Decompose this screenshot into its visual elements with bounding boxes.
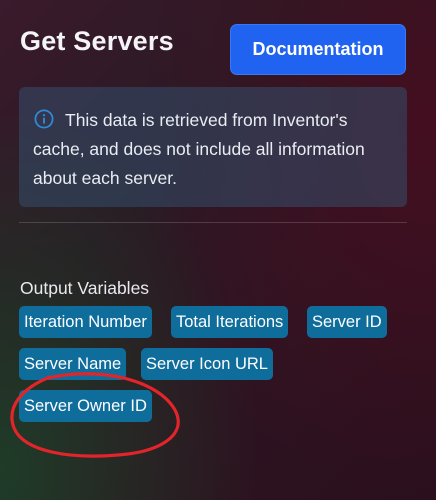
info-text: This data is retrieved from Inventor's c… <box>33 110 365 188</box>
info-callout: This data is retrieved from Inventor's c… <box>19 87 407 207</box>
chip-iteration-number[interactable]: Iteration Number <box>19 306 152 338</box>
page-title: Get Servers <box>20 26 174 56</box>
output-variables-label: Output Variables <box>20 278 150 298</box>
divider <box>19 222 407 223</box>
chip-server-icon-url[interactable]: Server Icon URL <box>141 348 273 380</box>
chip-total-iterations[interactable]: Total Iterations <box>171 306 289 338</box>
red-circle-annotation <box>10 372 180 458</box>
chip-server-owner-id[interactable]: Server Owner ID <box>19 390 152 422</box>
chip-server-name[interactable]: Server Name <box>19 348 127 380</box>
page: Get Servers Documentation This data is r… <box>0 0 436 500</box>
info-icon <box>34 109 54 129</box>
chip-server-id[interactable]: Server ID <box>307 306 387 338</box>
documentation-button[interactable]: Documentation <box>230 24 406 75</box>
